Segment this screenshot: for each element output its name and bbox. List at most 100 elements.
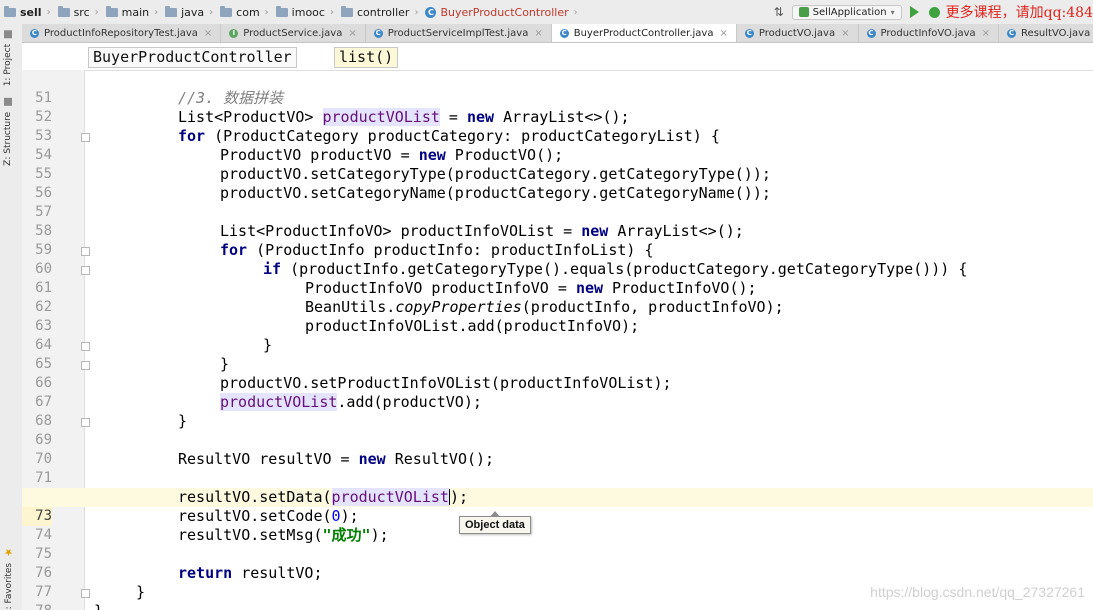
fold-icon[interactable] — [81, 589, 90, 598]
fold-icon[interactable] — [81, 247, 90, 256]
number-literal: 0 — [331, 507, 341, 525]
code-line: 76 — [22, 545, 1093, 581]
run-icon[interactable] — [909, 6, 919, 18]
code-text: resultVO.setCode(0); — [178, 507, 359, 526]
folder-icon — [220, 5, 233, 17]
fold-icon[interactable] — [81, 266, 90, 275]
code-editor[interactable]: 51 52 //3. 数据拼装 53 List<ProductVO> produ… — [22, 70, 1093, 610]
folder-icon — [165, 5, 178, 17]
keyword: new — [418, 146, 446, 164]
code-line: 63 BeanUtils.copyProperties(productInfo,… — [22, 298, 1093, 334]
code-token: ); — [340, 507, 359, 525]
folder-icon — [275, 5, 288, 17]
breadcrumb-method[interactable]: list() — [334, 47, 399, 68]
code-text: ProductVO productVO = new ProductVO(); — [220, 146, 563, 165]
code-token: resultVO.setMsg( — [178, 526, 323, 544]
close-icon[interactable]: × — [348, 28, 356, 39]
code-token: List<ProductVO> — [178, 108, 323, 126]
code-line: 70 — [22, 431, 1093, 467]
breadcrumb-java[interactable]: java › — [161, 5, 216, 19]
highlighted-variable: productVOList — [331, 488, 449, 506]
breadcrumb-com[interactable]: com › — [216, 5, 272, 19]
tab-productserviceimpltest[interactable]: C ProductServiceImplTest.java × — [366, 24, 552, 42]
structure-tool-button[interactable]: Z: Structure — [3, 98, 13, 166]
tool-window-strip: 1: Project Z: Structure 2: Favorites ★ — [0, 24, 23, 610]
parameter-info-tooltip: Object data — [459, 511, 531, 534]
breadcrumb-label: BuyerProductController — [440, 5, 569, 19]
folder-icon — [105, 5, 118, 17]
fold-icon[interactable] — [81, 133, 90, 142]
code-line: 74 resultVO.setCode(0); — [22, 507, 1093, 543]
code-line: 67 productVO.setProductInfoVOList(produc… — [22, 374, 1093, 410]
code-token: (productInfo.getCategoryType().equals(pr… — [281, 260, 968, 278]
breadcrumb-imooc[interactable]: imooc › — [272, 5, 337, 19]
run-configuration-select[interactable]: SellApplication ▾ — [791, 4, 902, 20]
close-icon[interactable]: × — [534, 28, 542, 39]
code-text: productVO.setProductInfoVOList(productIn… — [220, 374, 672, 392]
close-icon[interactable]: × — [719, 28, 727, 39]
breadcrumb-class[interactable]: BuyerProductController — [88, 47, 297, 68]
code-token: = — [439, 108, 467, 126]
class-icon: C — [866, 28, 876, 38]
tab-productinforepositorytest[interactable]: C ProductInfoRepositoryTest.java × — [22, 24, 222, 42]
fold-icon[interactable] — [81, 418, 90, 427]
class-icon: C — [744, 28, 754, 38]
close-icon[interactable]: × — [204, 28, 212, 39]
chevron-right-icon: › — [94, 6, 99, 18]
code-token: ); — [370, 526, 389, 544]
tab-label: ResultVO.java — [1021, 27, 1091, 39]
tab-productvo[interactable]: C ProductVO.java × — [737, 24, 859, 42]
project-icon — [4, 30, 12, 38]
tab-label: BuyerProductController.java — [573, 27, 714, 39]
code-line: 55 ProductVO productVO = new ProductVO()… — [22, 146, 1093, 182]
code-token: ProductInfoVO productInfoVO = — [305, 279, 576, 297]
breadcrumb-src[interactable]: src › — [54, 5, 102, 19]
code-text: productVO.setCategoryName(productCategor… — [220, 184, 771, 202]
breadcrumb-label: sell — [20, 5, 42, 19]
code-text: productVO.setCategoryType(productCategor… — [220, 165, 771, 183]
code-text: BeanUtils.copyProperties(productInfo, pr… — [305, 298, 784, 317]
code-token: resultVO.setData( — [178, 488, 332, 506]
tab-productinfovo[interactable]: C ProductInfoVO.java × — [859, 24, 1000, 42]
breadcrumb-controller[interactable]: controller › — [337, 5, 421, 19]
code-text: //3. 数据拼装 — [178, 89, 283, 108]
promo-watermark: 更多课程，请加qq:484 — [945, 5, 1093, 21]
code-line: 51 — [22, 70, 1093, 106]
breadcrumb-main[interactable]: main › — [102, 5, 161, 19]
project-tool-label: 1: Project — [3, 43, 13, 87]
code-line: 62 ProductInfoVO productInfoVO = new Pro… — [22, 279, 1093, 315]
fold-icon[interactable] — [81, 342, 90, 351]
run-configuration-label: SellApplication — [812, 6, 887, 18]
tab-buyerproductcontroller[interactable]: C BuyerProductController.java × — [551, 24, 737, 42]
code-line: 59 List<ProductInfoVO> productInfoVOList… — [22, 222, 1093, 258]
chevron-right-icon: › — [414, 6, 419, 18]
tab-label: ProductInfoRepositoryTest.java — [44, 27, 198, 39]
tab-resultvo[interactable]: C ResultVO.java × — [999, 24, 1093, 42]
breadcrumb-label: controller — [356, 5, 410, 19]
breadcrumb-sell[interactable]: sell › — [0, 5, 54, 19]
sort-icon[interactable]: ⇅ — [774, 5, 784, 19]
code-text: List<ProductInfoVO> productInfoVOList = … — [220, 222, 744, 241]
debug-icon[interactable] — [928, 6, 940, 18]
code-token: ProductVO(); — [445, 146, 564, 164]
code-token: (ProductCategory productCategory: produc… — [205, 127, 720, 145]
code-line: 53 List<ProductVO> productVOList = new A… — [22, 108, 1093, 144]
code-text: ResultVO resultVO = new ResultVO(); — [178, 450, 494, 469]
fold-icon[interactable] — [81, 361, 90, 370]
breadcrumb-buyer-product-controller[interactable]: C BuyerProductController › — [421, 6, 580, 19]
spring-boot-icon — [798, 7, 809, 17]
code-text: productInfoVOList.add(productInfoVO); — [305, 317, 640, 335]
code-token: ArrayList<>(); — [608, 222, 744, 240]
project-tool-button[interactable]: 1: Project — [3, 30, 13, 86]
static-method: copyProperties — [395, 298, 522, 316]
tab-productservice[interactable]: I ProductService.java × — [221, 24, 366, 42]
code-line: 58 — [22, 203, 1093, 239]
close-icon[interactable]: × — [841, 28, 849, 39]
close-icon[interactable]: × — [982, 28, 990, 39]
structure-tool-label: Z: Structure — [3, 111, 13, 166]
toolbar-right: ⇅ SellApplication ▾ 更多课程，请加qq:484 — [774, 0, 1093, 24]
favorites-tool-button[interactable]: 2: Favorites ★ — [3, 546, 14, 610]
keyword: if — [263, 260, 282, 278]
keyword: new — [467, 108, 495, 126]
breadcrumb-label: imooc — [291, 5, 325, 19]
